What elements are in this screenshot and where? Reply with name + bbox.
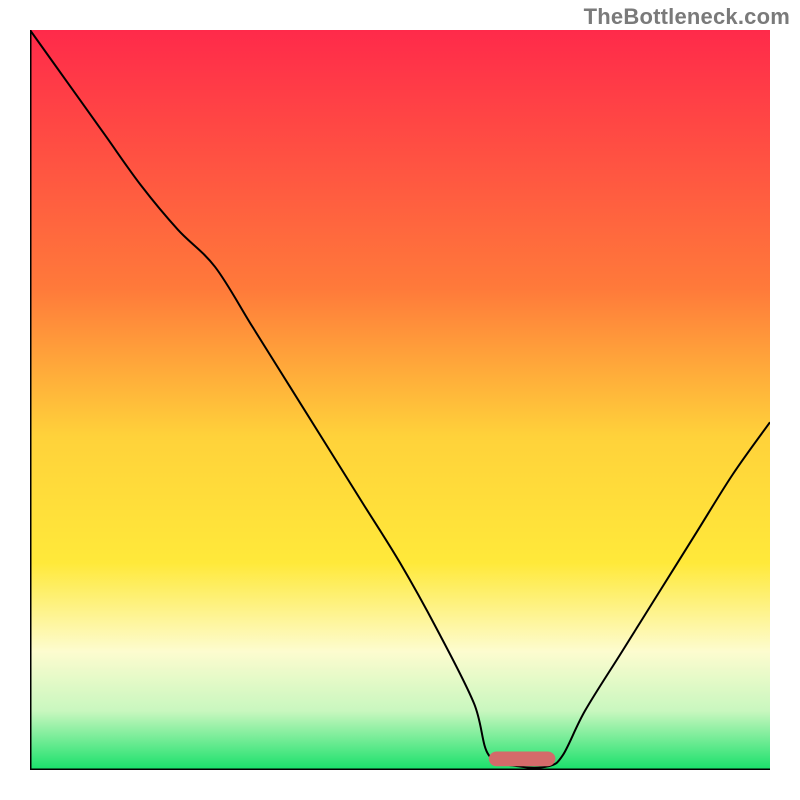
valley-marker <box>489 752 556 767</box>
watermark-text: TheBottleneck.com <box>584 4 790 30</box>
plot-area <box>30 30 770 770</box>
background-gradient <box>30 30 770 770</box>
chart-svg <box>30 30 770 770</box>
chart-container: TheBottleneck.com <box>0 0 800 800</box>
